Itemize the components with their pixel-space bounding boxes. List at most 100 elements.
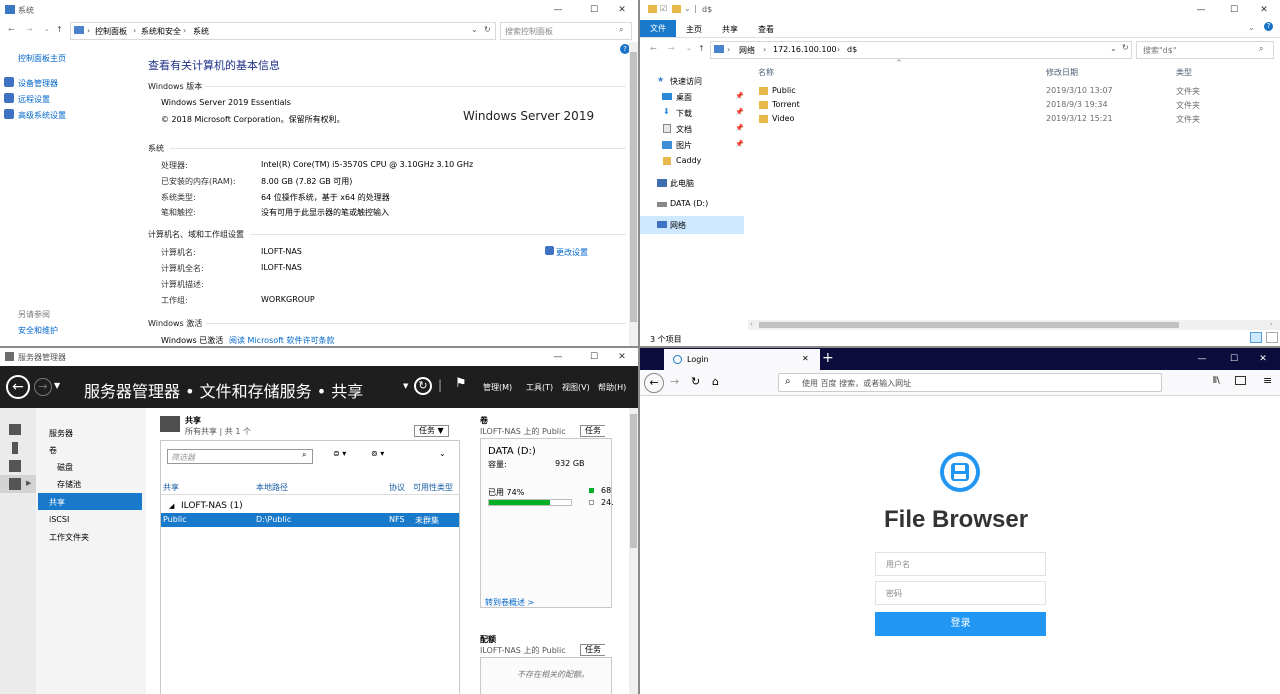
search-box[interactable]: 搜索"d$" ⌕	[1136, 41, 1274, 59]
nav-item-servers[interactable]: 服务器	[49, 428, 73, 439]
nav-item-caddy[interactable]: Caddy	[676, 156, 701, 165]
list-item[interactable]: Public 2019/3/10 13:07 文件夹	[750, 84, 1260, 98]
breadcrumb-item-1[interactable]: 网络	[739, 45, 755, 56]
sidebar-icon[interactable]	[1235, 376, 1246, 385]
collapse-chevron-icon[interactable]: ◢	[169, 502, 174, 510]
menu-help[interactable]: 帮助(H)	[598, 382, 626, 393]
ribbon-tab-home[interactable]: 主页	[686, 24, 702, 35]
new-tab-icon[interactable]: +	[822, 350, 834, 366]
menu-icon[interactable]: ≡	[1263, 374, 1272, 387]
expand-ribbon-chevron-icon[interactable]: ⌄	[1248, 23, 1255, 32]
scrollbar-thumb[interactable]	[630, 52, 637, 322]
address-box[interactable]: › 控制面板 › 系统和安全 › 系统 ⌄ ↻	[70, 22, 496, 40]
device-manager-link[interactable]: 设备管理器	[18, 78, 58, 89]
forward-arrow-icon[interactable]: →	[26, 25, 33, 34]
local-server-icon[interactable]	[12, 442, 18, 454]
help-icon[interactable]: ?	[1264, 22, 1273, 31]
control-panel-home-link[interactable]: 控制面板主页	[18, 53, 66, 64]
recent-chevron-icon[interactable]: ⌄	[44, 25, 50, 33]
column-header-protocol[interactable]: 协议	[389, 482, 405, 493]
search-icon[interactable]: ⌕	[619, 25, 623, 35]
query-options-icon[interactable]: ⊜ ▾	[333, 449, 346, 458]
vertical-scrollbar[interactable]	[629, 408, 638, 694]
nav-item-work-folders[interactable]: 工作文件夹	[49, 532, 89, 543]
menu-tools[interactable]: 工具(T)	[526, 382, 553, 393]
up-arrow-icon[interactable]: ↑	[698, 44, 705, 53]
all-servers-icon[interactable]	[9, 460, 21, 472]
list-item[interactable]: Video 2019/3/12 15:21 文件夹	[750, 112, 1260, 126]
nav-item-data-drive[interactable]: DATA (D:)	[670, 199, 708, 208]
table-row[interactable]: Public D:\Public NFS 未群集	[161, 513, 459, 527]
column-header-path[interactable]: 本地路径	[256, 482, 288, 493]
history-chevron-icon[interactable]: ▼	[54, 381, 60, 390]
breadcrumb-item-1[interactable]: 控制面板	[95, 26, 127, 37]
file-storage-icon[interactable]	[9, 478, 21, 490]
search-input[interactable]: 搜索控制面板	[505, 26, 553, 37]
minimize-button[interactable]: —	[1185, 0, 1217, 20]
notifications-flag-icon[interactable]: ⚑	[455, 376, 467, 391]
change-settings-link[interactable]: 更改设置	[556, 247, 588, 258]
filter-input[interactable]: 筛选器	[171, 452, 195, 463]
dashboard-icon[interactable]	[9, 424, 21, 435]
quick-access-chevron-icon[interactable]: ⌄	[684, 4, 691, 13]
search-input[interactable]: 搜索"d$"	[1143, 45, 1177, 56]
breadcrumb-item-3[interactable]: 系统	[193, 26, 209, 37]
username-field[interactable]: 用户名	[875, 552, 1046, 576]
library-icon[interactable]: ⫴\	[1213, 376, 1220, 386]
horizontal-scrollbar[interactable]: ‹ ›	[748, 320, 1280, 330]
search-icon[interactable]: ⌕	[1259, 44, 1263, 54]
close-button[interactable]: ✕	[1248, 0, 1280, 20]
scrollbar-thumb[interactable]	[759, 322, 1179, 328]
column-header-share[interactable]: 共享	[163, 482, 179, 493]
breadcrumb-item-2[interactable]: 172.16.100.100	[773, 45, 837, 54]
shares-tasks-button[interactable]: 任务 ▼	[414, 425, 449, 437]
large-icons-view-icon[interactable]	[1266, 332, 1278, 343]
go-to-volume-link[interactable]: 转到卷概述 >	[485, 597, 534, 608]
nav-item-this-pc[interactable]: 此电脑	[670, 178, 694, 189]
quota-tasks-button[interactable]: 任务	[580, 644, 605, 656]
search-icon[interactable]: ⌕	[302, 450, 306, 460]
nav-item-volumes[interactable]: 卷	[49, 445, 57, 456]
password-input[interactable]: 密码	[886, 588, 902, 599]
maximize-button[interactable]: ☐	[1218, 0, 1250, 20]
details-view-icon[interactable]	[1250, 332, 1262, 343]
scrollbar-thumb[interactable]	[630, 414, 637, 548]
login-button[interactable]: 登录	[875, 612, 1046, 636]
save-query-icon[interactable]: ⊚ ▾	[371, 449, 384, 458]
refresh-icon[interactable]: ↻	[1122, 43, 1129, 52]
dropdown-chevron-icon[interactable]: ▼	[403, 382, 408, 390]
new-folder-icon[interactable]	[672, 5, 681, 13]
scroll-left-icon[interactable]: ‹	[750, 320, 753, 328]
pin-icon[interactable]: 📌	[735, 108, 744, 116]
address-box[interactable]: › 网络 › 172.16.100.100 › d$	[710, 41, 1132, 59]
security-maintenance-link[interactable]: 安全和维护	[18, 325, 58, 336]
remote-settings-link[interactable]: 远程设置	[18, 94, 50, 105]
scroll-right-icon[interactable]: ›	[1270, 320, 1273, 328]
dropdown-chevron-icon[interactable]: ⌄	[1110, 44, 1117, 53]
license-terms-link[interactable]: 阅读 Microsoft 软件许可条款	[229, 335, 335, 346]
nav-item-disks[interactable]: 磁盘	[57, 462, 73, 473]
pin-icon[interactable]: 📌	[735, 92, 744, 100]
advanced-settings-link[interactable]: 高级系统设置	[18, 110, 66, 121]
expand-chevron-icon[interactable]: ▶	[26, 479, 31, 487]
url-input[interactable]: 使用 百度 搜索，或者输入网址	[802, 378, 911, 389]
password-field[interactable]: 密码	[875, 581, 1046, 605]
back-arrow-icon[interactable]: ←	[644, 373, 664, 393]
nav-item-quick-access[interactable]: 快速访问	[670, 76, 702, 87]
menu-manage[interactable]: 管理(M)	[483, 382, 512, 393]
nav-item-documents[interactable]: 文档	[676, 124, 692, 135]
nav-item-pictures[interactable]: 图片	[676, 140, 692, 151]
vertical-scrollbar[interactable]	[629, 42, 638, 346]
volume-tasks-button[interactable]: 任务	[580, 425, 605, 437]
column-header-type[interactable]: 类型	[1176, 67, 1192, 78]
forward-arrow-icon[interactable]: →	[34, 378, 52, 396]
search-box[interactable]: 搜索控制面板 ⌕	[500, 22, 632, 40]
minimize-button[interactable]: —	[1186, 349, 1218, 369]
username-input[interactable]: 用户名	[886, 559, 910, 570]
list-item[interactable]: Torrent 2018/9/3 19:34 文件夹	[750, 98, 1260, 112]
refresh-icon[interactable]: ↻	[484, 25, 491, 34]
ribbon-tab-view[interactable]: 查看	[758, 24, 774, 35]
nav-item-storage-pools[interactable]: 存储池	[57, 479, 81, 490]
nav-item-shares[interactable]: 共享	[49, 497, 65, 508]
dropdown-chevron-icon[interactable]: ⌄	[471, 25, 478, 34]
